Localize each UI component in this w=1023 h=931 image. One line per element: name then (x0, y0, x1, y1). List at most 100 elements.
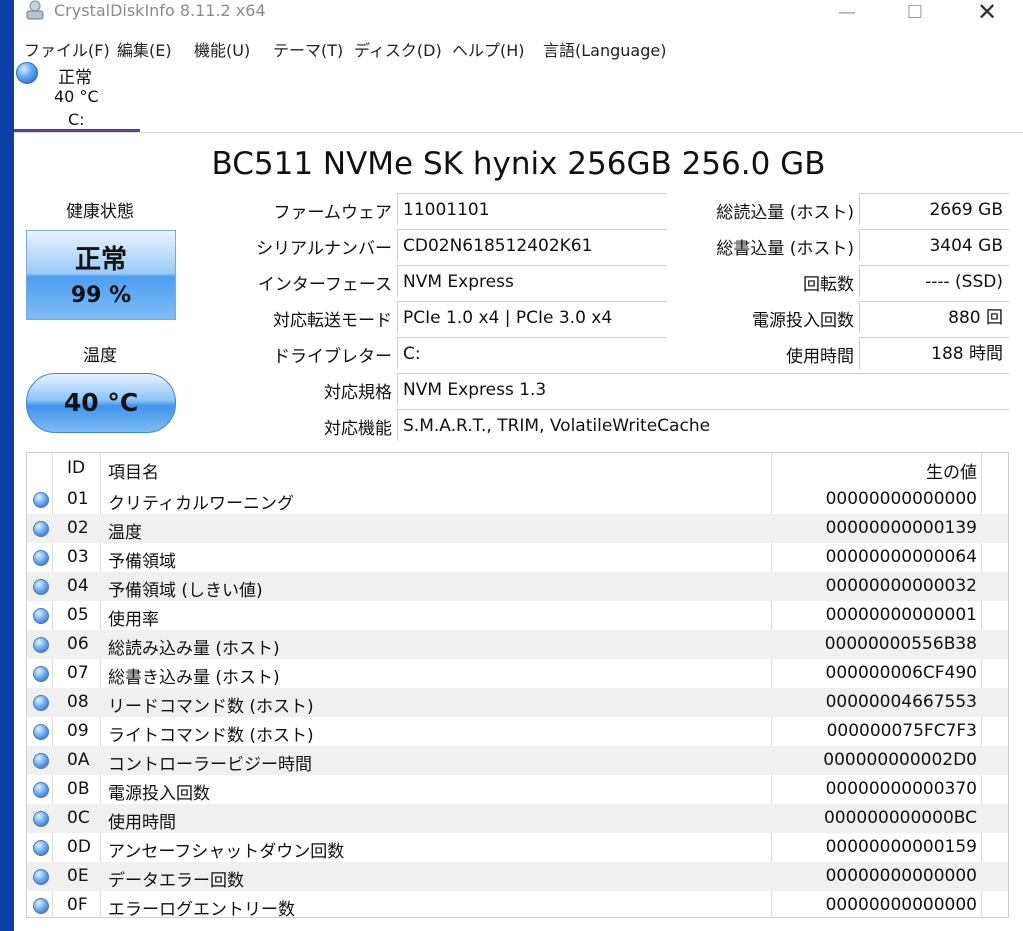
table-row[interactable]: 0E データエラー回数 00000000000000 (27, 862, 1008, 891)
status-orb-icon (33, 811, 49, 827)
status-orb-icon (33, 550, 49, 566)
status-orb-icon (33, 898, 49, 914)
power-on-count-label: 電源投入回数 (752, 311, 854, 331)
row-attribute-name: データエラー回数 (108, 871, 244, 891)
row-raw-value: 00000000000064 (825, 547, 977, 567)
drive-status-orb-icon (16, 62, 38, 84)
health-status-button[interactable]: 正常 99 % (26, 230, 176, 320)
header-raw-value[interactable]: 生の値 (773, 458, 977, 483)
row-attribute-name: 総書き込み量 (ホスト) (108, 668, 280, 688)
host-reads-label: 総読込量 (ホスト) (716, 203, 854, 223)
minimize-button[interactable]: — (824, 0, 870, 24)
table-row[interactable]: 0C 使用時間 000000000000BC (27, 804, 1008, 833)
table-row[interactable]: 01 クリティカルワーニング 00000000000000 (27, 485, 1008, 514)
status-orb-icon (33, 666, 49, 682)
row-attribute-name: リードコマンド数 (ホスト) (108, 697, 314, 717)
status-orb-icon (33, 869, 49, 885)
menu-file[interactable]: ファイル(F) (24, 37, 110, 61)
row-raw-value: 00000000000001 (825, 605, 977, 625)
table-row[interactable]: 02 温度 00000000000139 (27, 514, 1008, 543)
menu-language[interactable]: 言語(Language) (543, 37, 666, 61)
status-orb-icon (33, 521, 49, 537)
transfer-mode-label: 対応転送モード (273, 311, 392, 331)
close-icon: ✕ (976, 0, 998, 26)
row-attribute-name: 電源投入回数 (108, 784, 210, 804)
maximize-button[interactable]: ☐ (892, 0, 938, 24)
row-raw-value: 00000000000000 (825, 489, 977, 509)
row-id: 02 (67, 518, 89, 538)
header-id[interactable]: ID (67, 458, 85, 478)
table-row[interactable]: 07 総書き込み量 (ホスト) 000000006CF490 (27, 659, 1008, 688)
status-orb-icon (33, 492, 49, 508)
drive-letter-value: C: (397, 337, 667, 369)
standard-label: 対応規格 (324, 383, 392, 403)
table-row[interactable]: 05 使用率 00000000000001 (27, 601, 1008, 630)
row-attribute-name: 使用時間 (108, 813, 176, 833)
temperature-value: 40 °C (63, 388, 139, 417)
row-attribute-name: ライトコマンド数 (ホスト) (108, 726, 314, 746)
row-id: 0A (67, 750, 90, 770)
drive-tab-c[interactable]: 正常 40 °C C: (14, 60, 140, 132)
table-row[interactable]: 06 総読み込み量 (ホスト) 00000000556B38 (27, 630, 1008, 659)
row-attribute-name: 温度 (108, 523, 142, 543)
table-row[interactable]: 03 予備領域 00000000000064 (27, 543, 1008, 572)
standard-value: NVM Express 1.3 (397, 373, 1009, 405)
close-button[interactable]: ✕ (964, 0, 1010, 26)
status-orb-icon (33, 608, 49, 624)
menu-disk[interactable]: ディスク(D) (354, 37, 442, 61)
health-status-value: 正常 (74, 245, 127, 275)
row-id: 01 (67, 489, 89, 509)
menu-edit[interactable]: 編集(E) (117, 37, 172, 61)
table-row[interactable]: 09 ライトコマンド数 (ホスト) 000000075FC7F3 (27, 717, 1008, 746)
features-value: S.M.A.R.T., TRIM, VolatileWriteCache (397, 409, 1009, 441)
row-id: 04 (67, 576, 89, 596)
health-status-label: 健康状態 (66, 202, 134, 222)
row-raw-value: 00000004667553 (825, 692, 977, 712)
minimize-icon: — (838, 1, 856, 23)
row-raw-value: 00000000556B38 (824, 634, 977, 654)
window-title: CrystalDiskInfo 8.11.2 x64 (54, 1, 266, 20)
row-raw-value: 00000000000032 (825, 576, 977, 596)
row-raw-value: 00000000000000 (825, 895, 977, 915)
header-attribute-name[interactable]: 項目名 (108, 458, 159, 483)
row-raw-value: 00000000000139 (825, 518, 977, 538)
desktop-background-strip (0, 0, 14, 931)
row-id: 09 (67, 721, 89, 741)
power-on-hours-label: 使用時間 (786, 347, 854, 367)
table-row[interactable]: 0D アンセーフシャットダウン回数 00000000000159 (27, 833, 1008, 862)
divider (14, 132, 1023, 133)
row-attribute-name: 予備領域 (108, 552, 176, 572)
row-attribute-name: 予備領域 (しきい値) (108, 581, 263, 601)
host-writes-label: 総書込量 (ホスト) (716, 239, 854, 259)
drive-tab-status: 正常 (58, 68, 92, 88)
row-attribute-name: コントローラービジー時間 (108, 755, 312, 775)
menu-bar: ファイル(F) 編集(E) 機能(U) テーマ(T) ディスク(D) ヘルプ(H… (14, 32, 1023, 60)
transfer-mode-value: PCIe 1.0 x4 | PCIe 3.0 x4 (397, 301, 667, 333)
row-raw-value: 000000075FC7F3 (826, 721, 977, 741)
status-orb-icon (33, 724, 49, 740)
menu-theme[interactable]: テーマ(T) (273, 37, 343, 61)
row-id: 0B (67, 779, 90, 799)
row-id: 0C (67, 808, 90, 828)
row-raw-value: 000000000000BC (823, 808, 977, 828)
table-row[interactable]: 0B 電源投入回数 00000000000370 (27, 775, 1008, 804)
smart-attributes-table[interactable]: ID 項目名 生の値 01 クリティカルワーニング 00000000000000 02… (26, 452, 1009, 918)
row-id: 03 (67, 547, 89, 567)
temperature-button[interactable]: 40 °C (26, 373, 176, 433)
menu-function[interactable]: 機能(U) (194, 37, 250, 61)
table-row[interactable]: 0F エラーログエントリー数 00000000000000 (27, 891, 1008, 917)
drive-tab-letter: C: (68, 110, 85, 129)
rotation-rate-label: 回転数 (803, 275, 854, 295)
status-orb-icon (33, 840, 49, 856)
title-bar[interactable]: CrystalDiskInfo 8.11.2 x64 — ☐ ✕ (14, 0, 1023, 32)
drive-tab-temp: 40 °C (54, 87, 99, 106)
row-id: 06 (67, 634, 89, 654)
serial-label: シリアルナンバー (256, 239, 392, 259)
table-row[interactable]: 08 リードコマンド数 (ホスト) 00000004667553 (27, 688, 1008, 717)
table-row[interactable]: 04 予備領域 (しきい値) 00000000000032 (27, 572, 1008, 601)
interface-label: インターフェース (257, 275, 392, 295)
row-raw-value: 00000000000370 (825, 779, 977, 799)
menu-help[interactable]: ヘルプ(H) (452, 37, 525, 61)
table-row[interactable]: 0A コントローラービジー時間 000000000002D0 (27, 746, 1008, 775)
host-writes-value: 3404 GB (859, 229, 1009, 261)
